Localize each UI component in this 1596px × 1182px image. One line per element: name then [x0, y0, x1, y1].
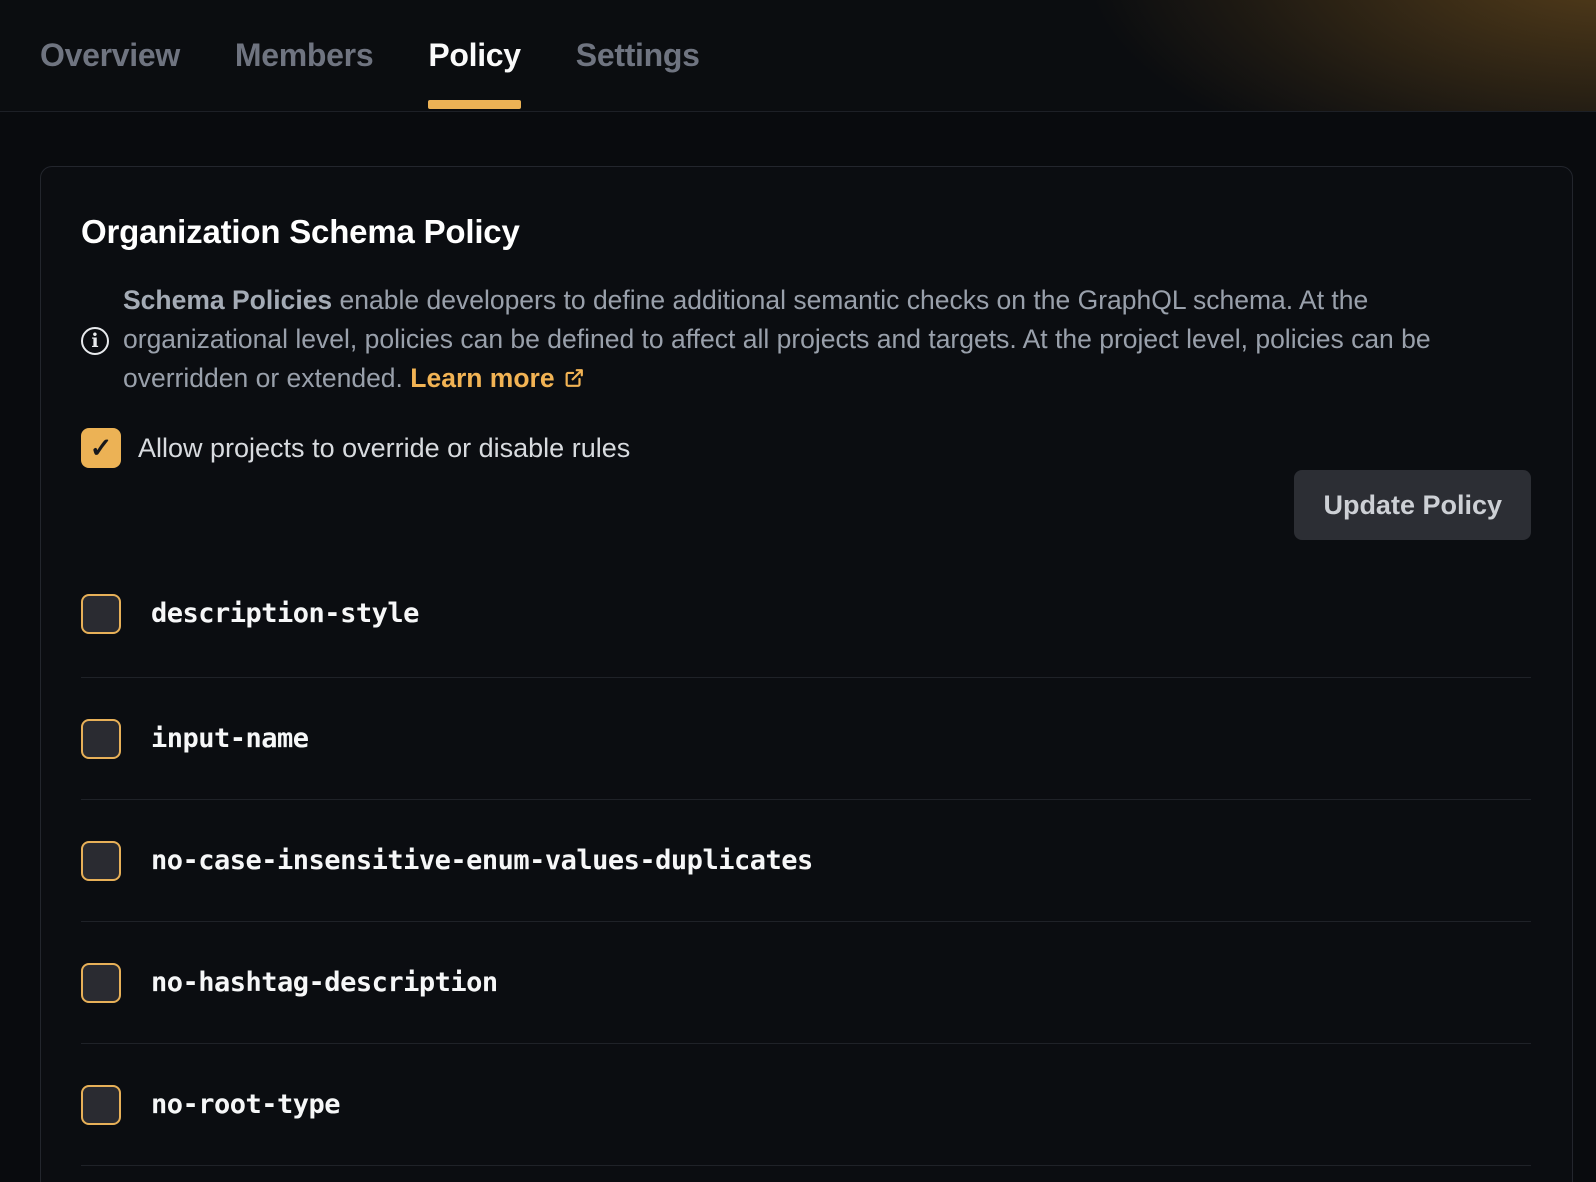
page-title: Organization Schema Policy	[81, 213, 1531, 251]
rule-row-description-style[interactable]: description-style	[81, 550, 1531, 678]
schema-policy-info-note: i Schema Policies enable developers to d…	[81, 281, 1531, 400]
rule-name: no-hashtag-description	[151, 967, 498, 998]
rule-checkbox[interactable]	[81, 963, 121, 1003]
rule-checkbox[interactable]	[81, 719, 121, 759]
allow-override-checkbox[interactable]: ✓	[81, 428, 121, 468]
allow-override-label: Allow projects to override or disable ru…	[138, 433, 630, 464]
rule-row-no-root-type[interactable]: no-root-type	[81, 1044, 1531, 1166]
active-tab-underline	[428, 100, 520, 109]
allow-override-row: ✓ Allow projects to override or disable …	[81, 428, 1531, 468]
rule-row-no-hashtag-description[interactable]: no-hashtag-description	[81, 922, 1531, 1044]
tab-settings-label: Settings	[576, 37, 700, 74]
rule-row-input-name[interactable]: input-name	[81, 678, 1531, 800]
policy-page: Organization Schema Policy i Schema Poli…	[0, 112, 1596, 1182]
rule-checkbox[interactable]	[81, 1085, 121, 1125]
rule-name: no-root-type	[151, 1089, 340, 1120]
learn-more-label: Learn more	[410, 363, 554, 393]
info-text: Schema Policies enable developers to def…	[123, 281, 1498, 400]
policy-rules-list: description-style input-name no-case-ins…	[81, 550, 1531, 1166]
rule-name: description-style	[151, 598, 419, 629]
info-icon: i	[81, 327, 109, 355]
checkmark-icon: ✓	[90, 435, 113, 462]
learn-more-link[interactable]: Learn more	[410, 363, 584, 393]
rule-name: input-name	[151, 723, 309, 754]
rule-row-no-case-insensitive-enum-values-duplicates[interactable]: no-case-insensitive-enum-values-duplicat…	[81, 800, 1531, 922]
rule-checkbox[interactable]	[81, 841, 121, 881]
rule-name: no-case-insensitive-enum-values-duplicat…	[151, 845, 813, 876]
rule-checkbox[interactable]	[81, 594, 121, 634]
external-link-icon	[563, 361, 585, 400]
tab-members[interactable]: Members	[235, 0, 373, 111]
info-text-bold: Schema Policies	[123, 285, 332, 315]
tab-settings[interactable]: Settings	[576, 0, 700, 111]
tab-overview-label: Overview	[40, 37, 180, 74]
update-policy-row: Update Policy	[81, 470, 1531, 540]
schema-policy-card: Organization Schema Policy i Schema Poli…	[40, 166, 1573, 1182]
tab-members-label: Members	[235, 37, 373, 74]
update-policy-button[interactable]: Update Policy	[1294, 470, 1531, 540]
tab-policy-label: Policy	[428, 37, 520, 74]
tab-overview[interactable]: Overview	[40, 0, 180, 111]
tab-policy[interactable]: Policy	[428, 0, 520, 111]
org-tabs-bar: Overview Members Policy Settings	[0, 0, 1596, 112]
